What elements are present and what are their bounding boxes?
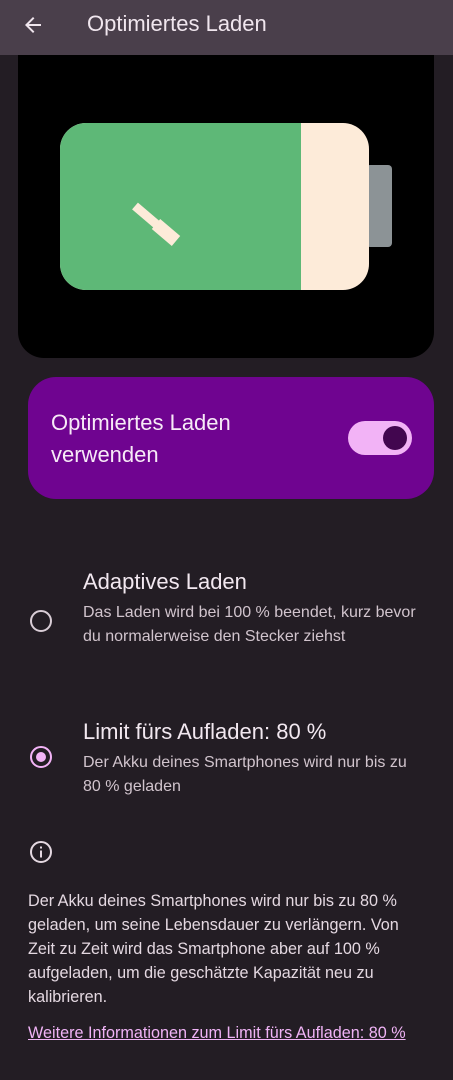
optimized-charging-label: Optimiertes Laden verwenden bbox=[51, 410, 231, 467]
option-title: Limit fürs Aufladen: 80 % bbox=[83, 719, 327, 744]
option-title: Adaptives Laden bbox=[83, 569, 247, 594]
battery-illustration bbox=[18, 55, 434, 358]
option-adaptive-charging[interactable]: Adaptives Laden Das Laden wird bei 100 %… bbox=[0, 565, 453, 680]
radio-charge-limit[interactable] bbox=[30, 746, 52, 768]
radio-adaptive-charging[interactable] bbox=[30, 610, 52, 632]
top-app-bar: Optimiertes Laden bbox=[0, 0, 453, 55]
back-button[interactable] bbox=[12, 4, 54, 46]
switch-thumb bbox=[383, 426, 407, 450]
optimized-charging-toggle-card[interactable]: Optimiertes Laden verwenden bbox=[28, 377, 434, 499]
option-description: Das Laden wird bei 100 % beendet, kurz b… bbox=[83, 604, 416, 645]
option-description: Der Akku deines Smartphones wird nur bis… bbox=[83, 754, 407, 795]
info-text: Der Akku deines Smartphones wird nur bis… bbox=[28, 892, 399, 1006]
arrow-back-icon bbox=[25, 17, 41, 33]
option-charge-limit[interactable]: Limit fürs Aufladen: 80 % Der Akku deine… bbox=[0, 715, 453, 805]
optimized-charging-switch[interactable] bbox=[348, 421, 412, 455]
info-icon bbox=[30, 841, 52, 863]
battery-charging-icon bbox=[60, 123, 392, 290]
page-title: Optimiertes Laden bbox=[87, 11, 267, 36]
learn-more-link[interactable]: Weitere Informationen zum Limit fürs Auf… bbox=[28, 1021, 428, 1045]
